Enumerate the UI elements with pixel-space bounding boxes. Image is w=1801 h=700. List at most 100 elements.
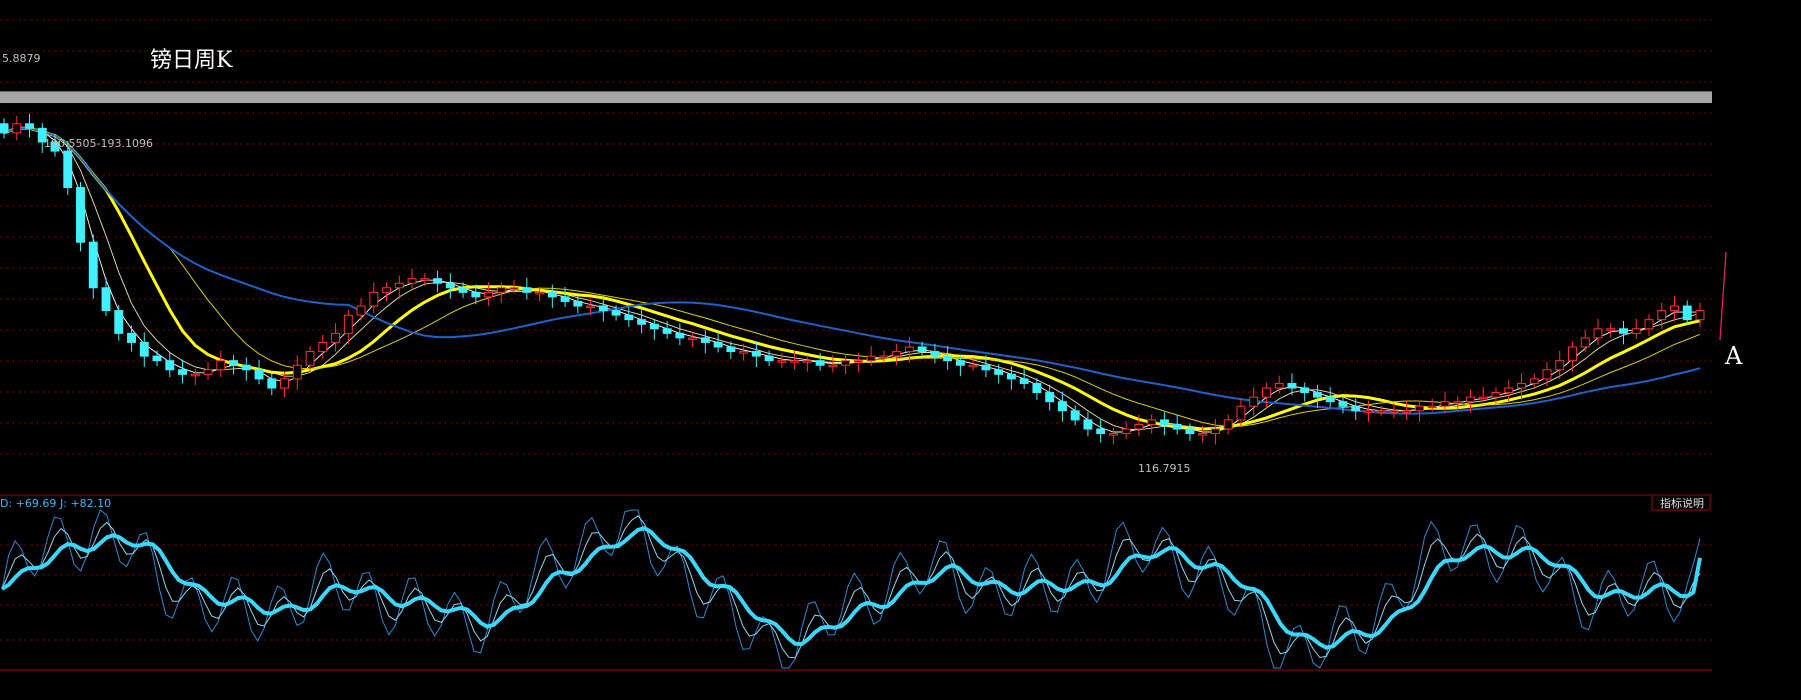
- candle-body: [1670, 305, 1679, 312]
- candle-body: [815, 360, 825, 366]
- candle-body: [764, 355, 774, 362]
- candle-body: [611, 310, 621, 316]
- candle-body: [853, 360, 863, 363]
- candle-body: [828, 364, 838, 368]
- candle-body: [356, 305, 366, 316]
- indicator-help-button[interactable]: 指标说明: [1651, 494, 1711, 511]
- candle-body: [879, 355, 889, 359]
- kdj-indicator: [0, 509, 1702, 669]
- candle-body: [777, 360, 787, 363]
- candle-body: [1427, 405, 1437, 409]
- candle-body: [1300, 387, 1310, 394]
- kdj-j-line: [1, 509, 1701, 669]
- chart-title: 镑日周K: [150, 48, 233, 73]
- candle-body: [1210, 428, 1220, 435]
- candle-body: [1580, 337, 1590, 348]
- annotation-marker: A: [1724, 342, 1743, 370]
- candle-body: [1555, 360, 1565, 371]
- candle-body: [1185, 428, 1195, 435]
- candle-body: [586, 305, 596, 308]
- candle-body: [1568, 346, 1577, 362]
- candle-body: [318, 341, 328, 353]
- candle-body: [229, 360, 238, 366]
- candle-body: [624, 314, 634, 321]
- candle-body: [1057, 401, 1067, 412]
- candle-body: [63, 150, 73, 189]
- candle-body: [943, 355, 953, 362]
- candle-body: [1644, 319, 1654, 330]
- candle-body: [662, 328, 672, 334]
- candle-body: [802, 360, 812, 363]
- candle-body: [1045, 392, 1055, 403]
- candle-body: [1236, 405, 1246, 421]
- candle-body: [790, 360, 800, 363]
- candle-body: [420, 278, 430, 281]
- candle-body: [1070, 410, 1080, 421]
- candle-body: [152, 355, 162, 362]
- candle-body: [1172, 423, 1182, 430]
- kdj-d-value: D: +69.69: [0, 497, 56, 510]
- candle-body: [1249, 396, 1259, 407]
- candle-body: [1415, 405, 1424, 412]
- candle-body: [12, 123, 22, 134]
- candle-body: [522, 287, 532, 293]
- candle-body: [1147, 419, 1157, 425]
- ma-30-line: [3, 127, 1701, 427]
- candle-body: [751, 351, 761, 357]
- candle-body: [1338, 401, 1348, 407]
- candle-body: [700, 337, 710, 343]
- candle-body: [1134, 423, 1144, 430]
- candle-body: [649, 323, 659, 330]
- candle-body: [560, 296, 570, 302]
- candle-body: [713, 341, 723, 348]
- candle-body: [1198, 433, 1208, 436]
- candle-body: [394, 282, 404, 289]
- candle-body: [1466, 396, 1475, 403]
- candle-body: [917, 346, 927, 353]
- candle-body: [1223, 419, 1233, 430]
- candle-body: [190, 373, 200, 377]
- candle-body: [216, 360, 226, 371]
- candle-body: [968, 364, 978, 368]
- candle-body: [1121, 428, 1131, 435]
- candle-body: [407, 278, 417, 284]
- trend-pen-stroke: [1719, 251, 1727, 341]
- candle-body: [1287, 382, 1297, 389]
- candle-body: [1682, 305, 1692, 321]
- candle-body: [471, 291, 481, 298]
- kdj-k-line: [1, 515, 1701, 659]
- candle-body: [1096, 428, 1106, 435]
- candle-body: [981, 364, 991, 371]
- candle-body: [1351, 405, 1361, 412]
- candle-body: [1402, 410, 1412, 413]
- candle-body: [267, 378, 277, 389]
- candle-body: [369, 291, 379, 307]
- candle-body: [25, 123, 34, 129]
- candle-body: [892, 351, 902, 357]
- candle-body: [178, 369, 187, 375]
- candle-body: [1325, 396, 1335, 403]
- candle-body: [1504, 387, 1514, 394]
- candle-body: [203, 369, 213, 375]
- candle-body: [1491, 392, 1501, 398]
- candle-body: [1312, 392, 1322, 398]
- candle-body: [76, 187, 85, 243]
- candle-body: [1695, 310, 1705, 321]
- candle-body: [165, 360, 175, 371]
- candle-body: [1006, 373, 1016, 380]
- candle-body: [1478, 396, 1488, 400]
- candle-body: [930, 351, 940, 357]
- candle-body: [127, 332, 136, 343]
- candle-body: [955, 360, 965, 366]
- kdj-j-value: J: +82.10: [59, 497, 111, 510]
- candle-body: [292, 364, 302, 380]
- high-price-label: 5.8879: [2, 52, 41, 65]
- candle-body: [1529, 378, 1539, 384]
- candle-body: [1606, 328, 1616, 331]
- candle-body: [866, 355, 876, 362]
- indicator-help-label: 指标说明: [1660, 496, 1704, 510]
- candle-body: [1363, 410, 1373, 413]
- ma-5-line: [3, 127, 1700, 433]
- candle-body: [343, 314, 353, 334]
- candle-body: [739, 351, 749, 354]
